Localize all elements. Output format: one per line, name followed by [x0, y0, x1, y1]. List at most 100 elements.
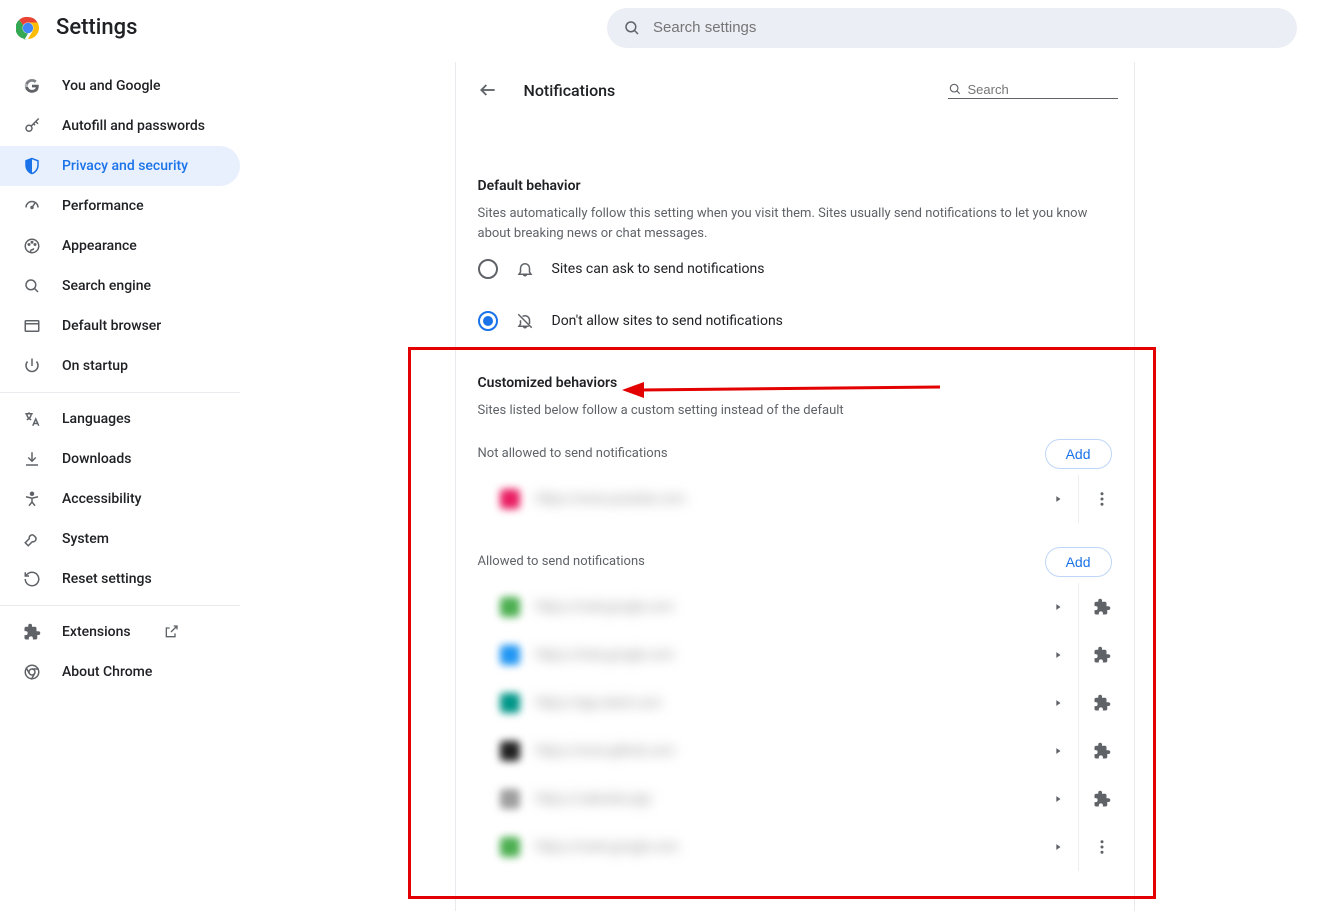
- chrome-logo-icon: [16, 16, 40, 40]
- sidebar-item-default-browser[interactable]: Default browser: [0, 306, 240, 346]
- power-icon: [22, 356, 42, 376]
- add-blocked-button[interactable]: Add: [1045, 439, 1112, 469]
- sidebar-item-label: System: [62, 531, 109, 547]
- accessibility-icon: [22, 489, 42, 509]
- section-desc: Sites listed below follow a custom setti…: [478, 401, 1112, 421]
- sidebar: You and Google Autofill and passwords Priv…: [0, 56, 258, 895]
- site-url: https://www.youtube.com: [536, 491, 685, 507]
- sidebar-item-downloads[interactable]: Downloads: [0, 439, 240, 479]
- paint-icon: [22, 236, 42, 256]
- sidebar-item-search-engine[interactable]: Search engine: [0, 266, 240, 306]
- site-url: https://chat.google.com: [536, 647, 675, 663]
- site-menu-button[interactable]: [1078, 475, 1126, 523]
- site-extension-icon: [1078, 631, 1126, 679]
- external-link-icon: [163, 624, 179, 640]
- site-url: https://calendar.app: [536, 791, 651, 807]
- radio-option[interactable]: Don't allow sites to send notifications: [478, 295, 1112, 347]
- site-row[interactable]: https://www.github.com: [456, 727, 1134, 775]
- sidebar-item-label: Performance: [62, 198, 144, 214]
- search-settings-input[interactable]: [653, 19, 1281, 36]
- radio-label: Don't allow sites to send notifications: [552, 313, 783, 329]
- sidebar-item-label: Appearance: [62, 238, 137, 254]
- site-extension-icon: [1078, 775, 1126, 823]
- site-favicon-icon: [500, 837, 520, 857]
- sidebar-item-accessibility[interactable]: Accessibility: [0, 479, 240, 519]
- site-row[interactable]: https://meet.google.com: [456, 823, 1134, 871]
- site-row[interactable]: https://www.youtube.com: [456, 475, 1134, 523]
- section-title: Default behavior: [478, 178, 1112, 194]
- radio-button[interactable]: [478, 259, 498, 279]
- expand-caret-icon[interactable]: [1038, 794, 1078, 804]
- speedometer-icon: [22, 196, 42, 216]
- sidebar-item-on-startup[interactable]: On startup: [0, 346, 240, 386]
- sidebar-item-autofill-and-passwords[interactable]: Autofill and passwords: [0, 106, 240, 146]
- expand-caret-icon[interactable]: [1038, 494, 1078, 504]
- app-title: Settings: [56, 15, 137, 40]
- site-row[interactable]: https://mail.google.com: [456, 583, 1134, 631]
- site-extension-icon: [1078, 583, 1126, 631]
- blocked-list-header: Not allowed to send notifications Add: [456, 421, 1134, 475]
- sidebar-item-label: Extensions: [62, 624, 131, 640]
- site-url: https://mail.google.com: [536, 599, 674, 615]
- app-header: Settings: [0, 0, 1331, 56]
- page-header: Notifications: [456, 62, 1134, 118]
- translate-icon: [22, 409, 42, 429]
- site-favicon-icon: [500, 789, 520, 809]
- sidebar-item-label: Default browser: [62, 318, 161, 334]
- sidebar-item-label: Languages: [62, 411, 131, 427]
- blocked-label: Not allowed to send notifications: [478, 446, 668, 461]
- page-search-box[interactable]: [948, 82, 1118, 99]
- sidebar-item-label: Reset settings: [62, 571, 152, 587]
- site-row[interactable]: https://app.slack.com: [456, 679, 1134, 727]
- main-area: Notifications Default behavior Sites aut…: [258, 56, 1331, 895]
- sidebar-item-label: Autofill and passwords: [62, 118, 205, 134]
- expand-caret-icon[interactable]: [1038, 698, 1078, 708]
- section-title: Customized behaviors: [478, 375, 1112, 391]
- sidebar-item-privacy-and-security[interactable]: Privacy and security: [0, 146, 240, 186]
- section-customized-behaviors: Customized behaviors Sites listed below …: [456, 347, 1134, 421]
- sidebar-item-label: Privacy and security: [62, 158, 188, 174]
- back-button[interactable]: [472, 74, 504, 106]
- sidebar-item-about-chrome[interactable]: About Chrome: [0, 652, 240, 692]
- site-favicon-icon: [500, 597, 520, 617]
- search-settings-box[interactable]: [607, 8, 1297, 48]
- site-row[interactable]: https://calendar.app: [456, 775, 1134, 823]
- sidebar-item-languages[interactable]: Languages: [0, 399, 240, 439]
- expand-caret-icon[interactable]: [1038, 650, 1078, 660]
- sidebar-item-label: Accessibility: [62, 491, 141, 507]
- radio-option[interactable]: Sites can ask to send notifications: [478, 243, 1112, 295]
- expand-caret-icon[interactable]: [1038, 602, 1078, 612]
- allowed-list-header: Allowed to send notifications Add: [456, 523, 1134, 583]
- sidebar-item-label: You and Google: [62, 78, 160, 94]
- expand-caret-icon[interactable]: [1038, 746, 1078, 756]
- page-search-input[interactable]: [968, 82, 1118, 97]
- site-row[interactable]: https://chat.google.com: [456, 631, 1134, 679]
- sidebar-item-label: Downloads: [62, 451, 131, 467]
- chrome-icon: [22, 662, 42, 682]
- search-icon: [22, 276, 42, 296]
- sidebar-item-performance[interactable]: Performance: [0, 186, 240, 226]
- sidebar-item-reset-settings[interactable]: Reset settings: [0, 559, 240, 599]
- sidebar-item-appearance[interactable]: Appearance: [0, 226, 240, 266]
- sidebar-item-you-and-google[interactable]: You and Google: [0, 66, 240, 106]
- reset-icon: [22, 569, 42, 589]
- sidebar-item-system[interactable]: System: [0, 519, 240, 559]
- site-menu-button[interactable]: [1078, 823, 1126, 871]
- sidebar-item-label: About Chrome: [62, 664, 152, 680]
- expand-caret-icon[interactable]: [1038, 842, 1078, 852]
- sidebar-item-label: Search engine: [62, 278, 151, 294]
- search-icon: [948, 82, 962, 96]
- site-url: https://meet.google.com: [536, 839, 679, 855]
- radio-button[interactable]: [478, 311, 498, 331]
- section-default-behavior: Default behavior Sites automatically fol…: [456, 118, 1134, 347]
- site-url: https://app.slack.com: [536, 695, 662, 711]
- site-favicon-icon: [500, 741, 520, 761]
- add-allowed-button[interactable]: Add: [1045, 547, 1112, 577]
- site-favicon-icon: [500, 693, 520, 713]
- sidebar-item-extensions[interactable]: Extensions: [0, 612, 240, 652]
- allowed-label: Allowed to send notifications: [478, 554, 645, 569]
- site-extension-icon: [1078, 679, 1126, 727]
- wrench-icon: [22, 529, 42, 549]
- shield-icon: [22, 156, 42, 176]
- radio-label: Sites can ask to send notifications: [552, 261, 765, 277]
